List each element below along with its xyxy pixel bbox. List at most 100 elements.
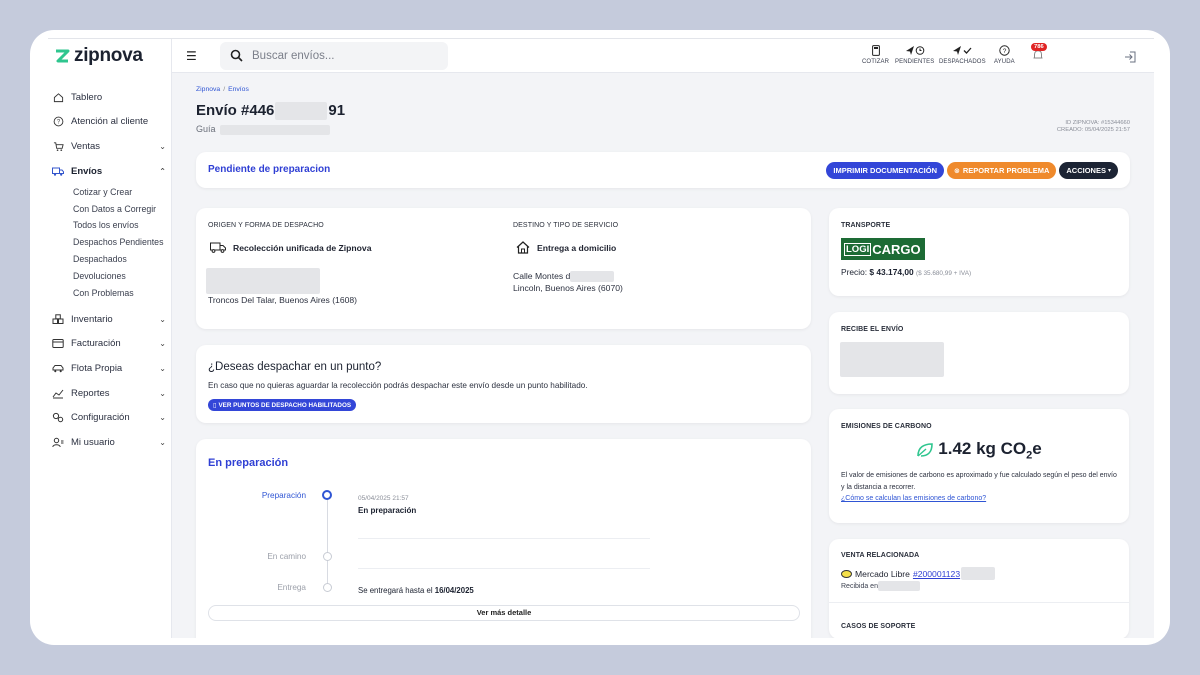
svg-text:?: ? [1003,48,1007,55]
more-detail-button[interactable]: Ver más detalle [208,605,800,621]
print-documentation-button[interactable]: IMPRIMIR DOCUMENTACIÓN [826,162,944,179]
sidebar-subitem-pendientes[interactable]: Despachos Pendientes [52,234,168,251]
sidebar-item-facturacion[interactable]: Facturación ⌄ [52,332,168,357]
report-problem-button[interactable]: ⊗ REPORTAR PROBLEMA [946,162,1057,179]
sidebar-item-tablero[interactable]: Tablero [52,85,168,110]
tracking-title: En preparación [208,457,289,469]
logout-icon[interactable] [1124,51,1136,63]
dispatch-point-title: ¿Deseas despachar en un punto? [208,361,382,373]
notifications-button[interactable]: 786 [1031,43,1047,61]
destination-service-label: Entrega a domicilio [537,242,617,253]
sidebar-subitem-problemas[interactable]: Con Problemas [52,284,168,301]
sidebar-item-flota[interactable]: Flota Propia ⌄ [52,356,168,381]
sidebar-item-configuracion[interactable]: Configuración ⌄ [52,405,168,430]
sidebar-subitem-cotizar[interactable]: Cotizar y Crear [52,183,168,200]
chevron-down-icon: ⌄ [159,413,166,423]
sidebar-item-atencion[interactable]: ? Atención al cliente [52,110,168,135]
house-icon [516,241,530,254]
actions-button[interactable]: ACCIONES ▾ [1059,162,1118,179]
sidebar-subitem-devoluciones[interactable]: Devoluciones [52,267,168,284]
step-detail: En preparación [358,506,417,515]
menu-icon[interactable]: ☰ [186,49,197,63]
breadcrumb-item[interactable]: Zipnova [196,86,220,93]
calculator-icon [871,44,880,56]
carbon-text: El valor de emisiones de carbono es apro… [841,472,1117,491]
invoice-icon [52,338,64,350]
caret-down-icon: ▾ [1107,168,1111,174]
chevron-down-icon: ⌄ [159,437,166,447]
sale-channel: Mercado Libre [855,568,910,579]
boxes-icon [52,313,64,325]
chevron-down-icon: ⌄ [159,363,166,373]
destination-street-text: Calle Montes d [513,271,571,281]
tool-pendientes[interactable]: PENDIENTES [895,44,934,65]
view-dispatch-points-label: VER PUNTOS DE DESPACHO HABILITADOS [218,401,352,409]
transport-card: TRANSPORTE LOGI CARGO Precio: $ 43.174,0… [829,208,1129,296]
timeline-line [327,495,328,591]
send-check-icon [952,44,972,56]
step-dot [323,552,332,561]
tool-ayuda[interactable]: ? AYUDA [994,44,1015,65]
search-icon [230,49,243,62]
carbon-info-link[interactable]: ¿Cómo se calculan las emisiones de carbo… [841,495,986,502]
sidebar-item-label: Inventario [71,313,113,325]
chevron-down-icon: ⌄ [159,339,166,349]
divider [829,602,1129,603]
status-bar: Pendiente de preparacion IMPRIMIR DOCUME… [196,152,1130,188]
destination-heading: DESTINO Y TIPO DE SERVICIO [513,222,619,229]
tool-cotizar[interactable]: COTIZAR [862,44,889,65]
sidebar-item-ventas[interactable]: Ventas ⌄ [52,134,168,159]
view-dispatch-points-button[interactable]: ▯ VER PUNTOS DE DESPACHO HABILITADOS [208,399,357,411]
page-title-suffix: 91 [328,102,346,119]
sidebar-item-label: Ventas [71,140,101,152]
help-circle-icon: ? [52,116,64,128]
price-label: Precio: [841,267,868,277]
sidebar-item-reportes[interactable]: Reportes ⌄ [52,381,168,406]
tool-label: AYUDA [994,59,1015,65]
chart-icon [52,387,64,399]
sidebar-item-label: Envíos [71,165,103,177]
sidebar-item-inventario[interactable]: Inventario ⌄ [52,307,168,332]
carbon-value-row: 1.42 kg CO2e [829,439,1129,461]
map-icon: ▯ [213,401,217,409]
user-icon [52,436,64,448]
sidebar-subitem-todos[interactable]: Todos los envíos [52,217,168,234]
sidebar-item-label: Atención al cliente [71,116,149,128]
sidebar-item-label: Reportes [71,387,110,399]
sidebar-item-label: Flota Propia [71,362,123,374]
step-dot [323,583,332,592]
sidebar-subitem-despachados[interactable]: Despachados [52,251,168,268]
zipnova-logo[interactable]: zipnova [54,45,143,67]
sidebar-item-envios[interactable]: Envíos ⌃ [52,159,168,184]
cart-icon [52,140,64,152]
created-date: CREADO: 05/04/2025 21:57 [1056,126,1130,133]
question-icon: ? [999,44,1010,56]
destination-service: Entrega a domicilio [516,241,616,254]
redacted-block [961,567,996,580]
carbon-amount: 1.42 kg CO [938,439,1027,458]
delivery-estimate-prefix: Se entregará hasta el [358,586,435,595]
sidebar-item-mi-usuario[interactable]: Mi usuario ⌄ [52,430,168,455]
search-input[interactable] [252,50,432,62]
transport-price: Precio: $ 43.174,00 ($ 35.680,99 + IVA) [841,267,971,277]
sidebar-item-label: Tablero [71,91,103,103]
tool-despachados[interactable]: DESPACHADOS [939,44,986,65]
mercadolibre-icon [841,569,852,578]
tool-label: COTIZAR [862,59,890,65]
sidebar-item-label: Configuración [71,412,130,424]
chevron-down-icon: ⌄ [159,314,166,324]
zipnova-logo-icon [56,49,70,63]
topbar: ☰ COTIZAR PENDIENTES DESPACHADOS ? AYUDA… [172,39,1154,73]
zipnova-id: ID ZIPNOVA: #15344660 [1065,120,1130,126]
redacted-block [206,268,320,294]
redacted-block [877,581,920,591]
breadcrumb-item[interactable]: Envíos [228,86,249,93]
logo-text-left: LOGI [844,242,872,256]
logo-text-right: CARGO [872,241,921,257]
divider [358,568,650,569]
sidebar-subitem-corregir[interactable]: Con Datos a Corregir [52,200,168,217]
origin-address: Troncos Del Talar, Buenos Aires (1608) [208,295,358,305]
carbon-value: 1.42 kg CO2e [938,439,1041,461]
car-icon [52,362,64,374]
sale-order-link[interactable]: #200001123 [913,569,960,579]
